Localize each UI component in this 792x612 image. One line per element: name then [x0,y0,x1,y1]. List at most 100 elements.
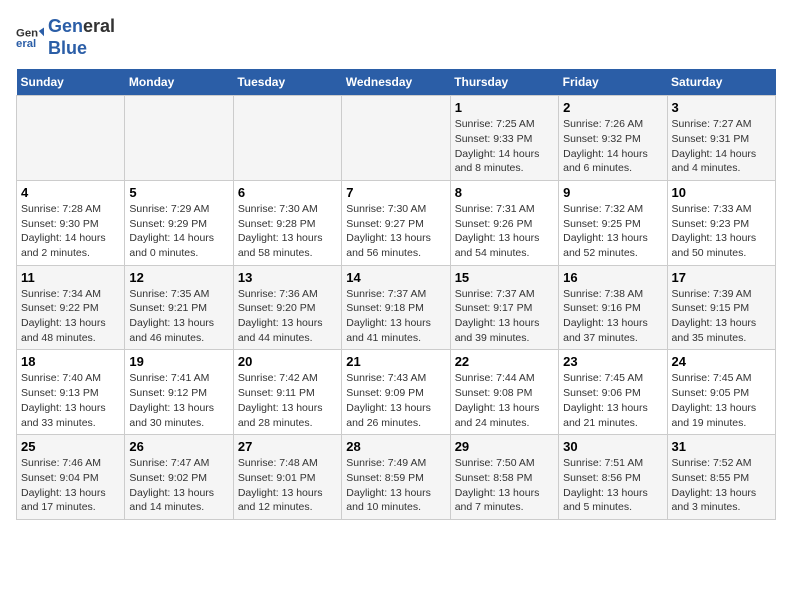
day-info: Sunrise: 7:47 AM Sunset: 9:02 PM Dayligh… [129,456,228,515]
day-number: 25 [21,439,120,454]
day-number: 3 [672,100,771,115]
day-number: 19 [129,354,228,369]
day-info: Sunrise: 7:35 AM Sunset: 9:21 PM Dayligh… [129,287,228,346]
calendar-table: SundayMondayTuesdayWednesdayThursdayFrid… [16,69,776,520]
calendar-week-1: 1Sunrise: 7:25 AM Sunset: 9:33 PM Daylig… [17,96,776,181]
day-info: Sunrise: 7:45 AM Sunset: 9:06 PM Dayligh… [563,371,662,430]
svg-text:eral: eral [16,37,36,49]
day-number: 24 [672,354,771,369]
calendar-cell: 22 Sunrise: 7:44 AM Sunset: 9:08 PM Dayli… [450,350,558,435]
day-number: 15 [455,270,554,285]
day-info: Sunrise: 7:41 AM Sunset: 9:12 PM Dayligh… [129,371,228,430]
column-header-friday: Friday [559,69,667,96]
column-header-wednesday: Wednesday [342,69,450,96]
calendar-cell: 8 Sunrise: 7:31 AM Sunset: 9:26 PM Daylig… [450,180,558,265]
day-number: 9 [563,185,662,200]
day-info: Sunrise: 7:30 AM Sunset: 9:27 PM Dayligh… [346,202,445,261]
day-number: 28 [346,439,445,454]
calendar-cell: 16 Sunrise: 7:38 AM Sunset: 9:16 PM Dayli… [559,265,667,350]
calendar-cell: 18 Sunrise: 7:40 AM Sunset: 9:13 PM Dayli… [17,350,125,435]
day-number: 11 [21,270,120,285]
day-number: 2 [563,100,662,115]
day-info: Sunrise: 7:48 AM Sunset: 9:01 PM Dayligh… [238,456,337,515]
calendar-cell: 25 Sunrise: 7:46 AM Sunset: 9:04 PM Dayli… [17,435,125,520]
day-info: Sunrise: 7:52 AM Sunset: 8:55 PM Dayligh… [672,456,771,515]
calendar-cell: 3 Sunrise: 7:27 AM Sunset: 9:31 PM Daylig… [667,96,775,181]
day-number: 7 [346,185,445,200]
calendar-cell: 1Sunrise: 7:25 AM Sunset: 9:33 PM Daylig… [450,96,558,181]
day-info: Sunrise: 7:51 AM Sunset: 8:56 PM Dayligh… [563,456,662,515]
calendar-cell: 24 Sunrise: 7:45 AM Sunset: 9:05 PM Dayli… [667,350,775,435]
day-info: Sunrise: 7:30 AM Sunset: 9:28 PM Dayligh… [238,202,337,261]
day-number: 8 [455,185,554,200]
calendar-cell: 29 Sunrise: 7:50 AM Sunset: 8:58 PM Dayli… [450,435,558,520]
day-number: 26 [129,439,228,454]
calendar-cell: 13 Sunrise: 7:36 AM Sunset: 9:20 PM Dayli… [233,265,341,350]
calendar-cell: 30 Sunrise: 7:51 AM Sunset: 8:56 PM Dayli… [559,435,667,520]
calendar-week-4: 18 Sunrise: 7:40 AM Sunset: 9:13 PM Dayli… [17,350,776,435]
day-number: 4 [21,185,120,200]
calendar-cell: 2 Sunrise: 7:26 AM Sunset: 9:32 PM Daylig… [559,96,667,181]
calendar-cell: 15 Sunrise: 7:37 AM Sunset: 9:17 PM Dayli… [450,265,558,350]
day-info: Sunrise: 7:34 AM Sunset: 9:22 PM Dayligh… [21,287,120,346]
calendar-cell: 12 Sunrise: 7:35 AM Sunset: 9:21 PM Dayli… [125,265,233,350]
column-header-tuesday: Tuesday [233,69,341,96]
day-info: Sunrise: 7:45 AM Sunset: 9:05 PM Dayligh… [672,371,771,430]
day-info: Sunrise: 7:31 AM Sunset: 9:26 PM Dayligh… [455,202,554,261]
column-header-monday: Monday [125,69,233,96]
calendar-cell: 28Sunrise: 7:49 AM Sunset: 8:59 PM Dayli… [342,435,450,520]
day-info: Sunrise: 7:40 AM Sunset: 9:13 PM Dayligh… [21,371,120,430]
day-info: Sunrise: 7:28 AM Sunset: 9:30 PM Dayligh… [21,202,120,261]
calendar-cell: 26 Sunrise: 7:47 AM Sunset: 9:02 PM Dayli… [125,435,233,520]
day-info: Sunrise: 7:50 AM Sunset: 8:58 PM Dayligh… [455,456,554,515]
day-number: 29 [455,439,554,454]
day-info: Sunrise: 7:38 AM Sunset: 9:16 PM Dayligh… [563,287,662,346]
calendar-cell [233,96,341,181]
column-header-thursday: Thursday [450,69,558,96]
day-number: 27 [238,439,337,454]
day-number: 16 [563,270,662,285]
day-number: 18 [21,354,120,369]
day-number: 1 [455,100,554,115]
day-info: Sunrise: 7:26 AM Sunset: 9:32 PM Dayligh… [563,117,662,176]
day-number: 23 [563,354,662,369]
calendar-week-3: 11 Sunrise: 7:34 AM Sunset: 9:22 PM Dayli… [17,265,776,350]
day-number: 31 [672,439,771,454]
day-number: 21 [346,354,445,369]
calendar-week-5: 25 Sunrise: 7:46 AM Sunset: 9:04 PM Dayli… [17,435,776,520]
calendar-cell: 10 Sunrise: 7:33 AM Sunset: 9:23 PM Dayli… [667,180,775,265]
day-number: 12 [129,270,228,285]
calendar-cell: 6Sunrise: 7:30 AM Sunset: 9:28 PM Daylig… [233,180,341,265]
header: Gen eral General Blue [16,16,776,59]
day-number: 5 [129,185,228,200]
day-number: 17 [672,270,771,285]
day-number: 22 [455,354,554,369]
column-header-sunday: Sunday [17,69,125,96]
day-number: 20 [238,354,337,369]
day-info: Sunrise: 7:46 AM Sunset: 9:04 PM Dayligh… [21,456,120,515]
calendar-cell: 20 Sunrise: 7:42 AM Sunset: 9:11 PM Dayli… [233,350,341,435]
calendar-cell: 17 Sunrise: 7:39 AM Sunset: 9:15 PM Dayli… [667,265,775,350]
calendar-cell: 21Sunrise: 7:43 AM Sunset: 9:09 PM Dayli… [342,350,450,435]
calendar-cell: 5Sunrise: 7:29 AM Sunset: 9:29 PM Daylig… [125,180,233,265]
day-info: Sunrise: 7:36 AM Sunset: 9:20 PM Dayligh… [238,287,337,346]
column-header-saturday: Saturday [667,69,775,96]
day-number: 30 [563,439,662,454]
calendar-cell: 9 Sunrise: 7:32 AM Sunset: 9:25 PM Daylig… [559,180,667,265]
calendar-cell: 31 Sunrise: 7:52 AM Sunset: 8:55 PM Dayli… [667,435,775,520]
calendar-cell: 4 Sunrise: 7:28 AM Sunset: 9:30 PM Daylig… [17,180,125,265]
logo-text: General Blue [48,16,115,59]
day-info: Sunrise: 7:39 AM Sunset: 9:15 PM Dayligh… [672,287,771,346]
calendar-cell [125,96,233,181]
day-info: Sunrise: 7:44 AM Sunset: 9:08 PM Dayligh… [455,371,554,430]
day-info: Sunrise: 7:37 AM Sunset: 9:17 PM Dayligh… [455,287,554,346]
calendar-cell: 7 Sunrise: 7:30 AM Sunset: 9:27 PM Daylig… [342,180,450,265]
calendar-week-2: 4 Sunrise: 7:28 AM Sunset: 9:30 PM Daylig… [17,180,776,265]
day-info: Sunrise: 7:33 AM Sunset: 9:23 PM Dayligh… [672,202,771,261]
day-number: 13 [238,270,337,285]
day-info: Sunrise: 7:32 AM Sunset: 9:25 PM Dayligh… [563,202,662,261]
day-info: Sunrise: 7:27 AM Sunset: 9:31 PM Dayligh… [672,117,771,176]
calendar-header: SundayMondayTuesdayWednesdayThursdayFrid… [17,69,776,96]
day-info: Sunrise: 7:42 AM Sunset: 9:11 PM Dayligh… [238,371,337,430]
day-number: 10 [672,185,771,200]
